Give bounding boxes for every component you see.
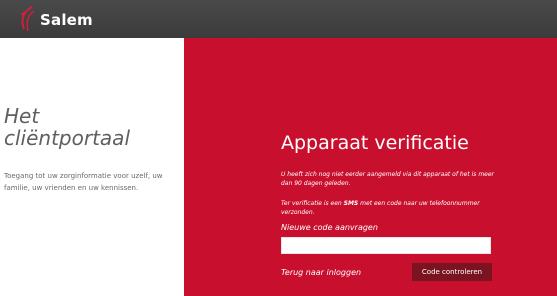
sms-info-prefix: Ter verificatie is een [281, 200, 344, 207]
portal-title-line1: Het [4, 104, 40, 128]
sms-info-bold: SMS [343, 200, 359, 207]
brand-logo[interactable]: Salem [18, 4, 93, 36]
request-new-code-link[interactable]: Nieuwe code aanvragen [281, 222, 378, 233]
intro-panel: Het cliëntportaal Toegang tot uw zorginf… [0, 38, 184, 296]
device-notice: U heeft zich nog niet eerder aangemeld v… [281, 171, 495, 187]
back-to-login-link[interactable]: Terug naar inloggen [281, 267, 361, 278]
sms-info: Ter verificatie is een SMS met een code … [281, 199, 501, 217]
verification-title: Apparaat verificatie [281, 132, 469, 154]
brand-name: Salem [40, 11, 93, 29]
portal-title: Het cliëntportaal [4, 105, 182, 149]
header-bar: Salem [0, 0, 557, 38]
salem-swirl-icon [21, 6, 35, 32]
login-page: Salem Het cliëntportaal Toegang tot uw z… [0, 0, 557, 296]
check-code-button[interactable]: Code controleren [412, 263, 492, 281]
verification-panel: Apparaat verificatie U heeft zich nog ni… [184, 38, 557, 296]
portal-description: Toegang tot uw zorginformatie voor uzelf… [4, 172, 163, 192]
verification-code-input[interactable] [281, 237, 491, 254]
portal-title-line2: cliëntportaal [4, 126, 130, 150]
